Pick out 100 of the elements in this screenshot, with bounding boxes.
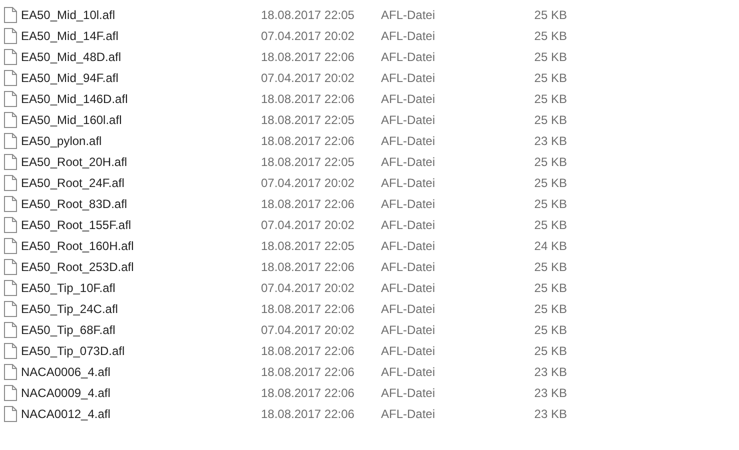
- file-size: 25 KB: [533, 70, 567, 86]
- file-type: AFL-Datei: [381, 322, 436, 338]
- file-type: AFL-Datei: [381, 238, 436, 254]
- file-size: 25 KB: [533, 28, 567, 44]
- file-date: 07.04.2017 20:02: [261, 28, 356, 44]
- file-icon: [4, 132, 17, 148]
- file-date: 18.08.2017 22:05: [261, 6, 356, 24]
- file-size: 23 KB: [533, 132, 567, 150]
- file-type: AFL-Datei: [381, 300, 436, 318]
- file-date: 18.08.2017 22:06: [261, 406, 356, 422]
- file-size: 25 KB: [533, 300, 567, 318]
- file-size: 25 KB: [533, 196, 567, 212]
- file-icon: [4, 238, 17, 254]
- file-type: AFL-Datei: [381, 132, 436, 150]
- file-name[interactable]: EA50_Root_160H.afl: [21, 236, 134, 254]
- file-name[interactable]: NACA0012_4.afl: [21, 404, 110, 422]
- file-icon: [4, 196, 17, 212]
- file-type: AFL-Datei: [381, 342, 436, 360]
- file-icon: [4, 384, 17, 400]
- file-name[interactable]: EA50_Root_24F.afl: [21, 174, 124, 192]
- file-date: 07.04.2017 20:02: [261, 70, 356, 86]
- file-name[interactable]: EA50_Root_253D.afl: [21, 258, 134, 276]
- file-type: AFL-Datei: [381, 90, 436, 108]
- file-date: 07.04.2017 20:02: [261, 216, 356, 234]
- file-icon: [4, 364, 17, 380]
- file-name[interactable]: EA50_Mid_160l.afl: [21, 110, 122, 128]
- file-type: AFL-Datei: [381, 174, 436, 192]
- file-date: 07.04.2017 20:02: [261, 322, 356, 338]
- file-icon: [4, 280, 17, 296]
- file-name[interactable]: EA50_Tip_073D.afl: [21, 342, 125, 360]
- file-size: 23 KB: [533, 406, 567, 422]
- file-type: AFL-Datei: [381, 112, 436, 128]
- file-name[interactable]: EA50_Mid_14F.afl: [21, 26, 118, 44]
- file-name[interactable]: EA50_Tip_10F.afl: [21, 278, 116, 296]
- file-name[interactable]: NACA0006_4.afl: [21, 362, 110, 380]
- file-icon: [4, 6, 17, 22]
- file-type: AFL-Datei: [381, 196, 436, 212]
- file-size: 25 KB: [533, 342, 567, 360]
- file-date: 07.04.2017 20:02: [261, 280, 356, 296]
- file-name[interactable]: EA50_Mid_94F.afl: [21, 68, 118, 86]
- file-type: AFL-Datei: [381, 70, 436, 86]
- file-name[interactable]: EA50_Root_20H.afl: [21, 152, 128, 170]
- file-date: 18.08.2017 22:06: [261, 342, 356, 360]
- file-size: 25 KB: [533, 90, 567, 108]
- file-date: 18.08.2017 22:06: [261, 258, 356, 276]
- file-date: 18.08.2017 22:06: [261, 48, 356, 66]
- file-size: 25 KB: [533, 154, 567, 170]
- file-icon: [4, 216, 17, 232]
- file-icon: [4, 406, 17, 422]
- file-type: AFL-Datei: [381, 384, 436, 402]
- file-icon: [4, 258, 17, 274]
- file-type: AFL-Datei: [381, 154, 436, 170]
- file-icon: [4, 48, 17, 64]
- file-name[interactable]: EA50_Tip_68F.afl: [21, 320, 116, 338]
- file-size: 25 KB: [533, 6, 567, 24]
- file-name[interactable]: EA50_Mid_10l.afl: [21, 6, 116, 24]
- file-size: 23 KB: [533, 364, 567, 380]
- file-name[interactable]: EA50_Root_83D.afl: [21, 194, 128, 212]
- file-date: 18.08.2017 22:06: [261, 364, 356, 380]
- file-name[interactable]: EA50_pylon.afl: [21, 132, 102, 150]
- file-icon: [4, 70, 17, 86]
- file-type: AFL-Datei: [381, 280, 436, 296]
- file-size: 25 KB: [533, 48, 567, 66]
- file-type: AFL-Datei: [381, 406, 436, 422]
- file-icon: [4, 322, 17, 338]
- file-icon: [4, 154, 17, 170]
- file-size: 25 KB: [533, 174, 567, 192]
- file-icon: [4, 342, 17, 358]
- file-date: 18.08.2017 22:05: [261, 238, 356, 254]
- file-size: 25 KB: [533, 216, 567, 234]
- file-type: AFL-Datei: [381, 6, 436, 24]
- file-type: AFL-Datei: [381, 28, 436, 44]
- file-date: 18.08.2017 22:05: [261, 154, 356, 170]
- file-date: 18.08.2017 22:06: [261, 132, 356, 150]
- file-type: AFL-Datei: [381, 216, 436, 234]
- file-date: 18.08.2017 22:06: [261, 90, 356, 108]
- file-date: 18.08.2017 22:06: [261, 196, 356, 212]
- file-icon: [4, 90, 17, 106]
- file-size: 25 KB: [533, 258, 567, 276]
- file-icon: [4, 28, 17, 44]
- file-date: 18.08.2017 22:06: [261, 384, 356, 402]
- file-date: 18.08.2017 22:06: [261, 300, 356, 318]
- file-size: 24 KB: [533, 238, 567, 254]
- file-size: 25 KB: [533, 322, 567, 338]
- file-icon: [4, 174, 17, 190]
- file-date: 07.04.2017 20:02: [261, 174, 356, 192]
- file-type: AFL-Datei: [381, 258, 436, 276]
- file-name[interactable]: NACA0009_4.afl: [21, 384, 110, 402]
- file-type: AFL-Datei: [381, 48, 436, 66]
- file-name[interactable]: EA50_Root_155F.afl: [21, 216, 132, 234]
- file-icon: [4, 300, 17, 316]
- file-date: 18.08.2017 22:05: [261, 112, 356, 128]
- file-size: 25 KB: [533, 280, 567, 296]
- file-size: 23 KB: [533, 384, 567, 402]
- file-icon: [4, 112, 17, 128]
- file-name[interactable]: EA50_Mid_48D.afl: [21, 48, 122, 66]
- file-type: AFL-Datei: [381, 364, 436, 380]
- file-name[interactable]: EA50_Tip_24C.afl: [21, 300, 118, 318]
- file-size: 25 KB: [533, 112, 567, 128]
- file-name[interactable]: EA50_Mid_146D.afl: [21, 90, 128, 108]
